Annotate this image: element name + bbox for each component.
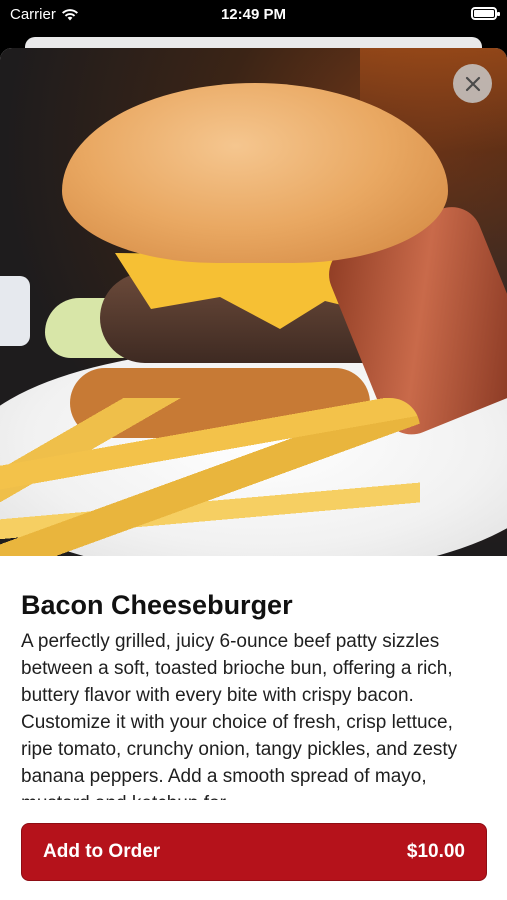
order-bar: Add to Order $10.00 — [0, 801, 507, 900]
item-title: Bacon Cheeseburger — [21, 590, 293, 620]
item-price: $10.00 — [406, 841, 465, 862]
status-time: 12:49 PM — [220, 6, 287, 23]
add-to-order-label: Add to Order — [43, 841, 161, 862]
item-photo — [0, 48, 507, 556]
add-to-order-button[interactable]: Add to Order $10.00 — [21, 823, 487, 881]
item-detail-sheet: Bacon Cheeseburger A perfectly grilled, … — [0, 48, 507, 900]
close-icon — [465, 76, 480, 91]
item-description: A perfectly grilled, juicy 6-ounce beef … — [21, 631, 458, 800]
item-details: Bacon Cheeseburger A perfectly grilled, … — [21, 588, 487, 800]
status-bar: Carrier 12:49 PM — [0, 0, 507, 30]
close-button[interactable] — [453, 64, 492, 103]
battery-icon — [471, 7, 500, 20]
